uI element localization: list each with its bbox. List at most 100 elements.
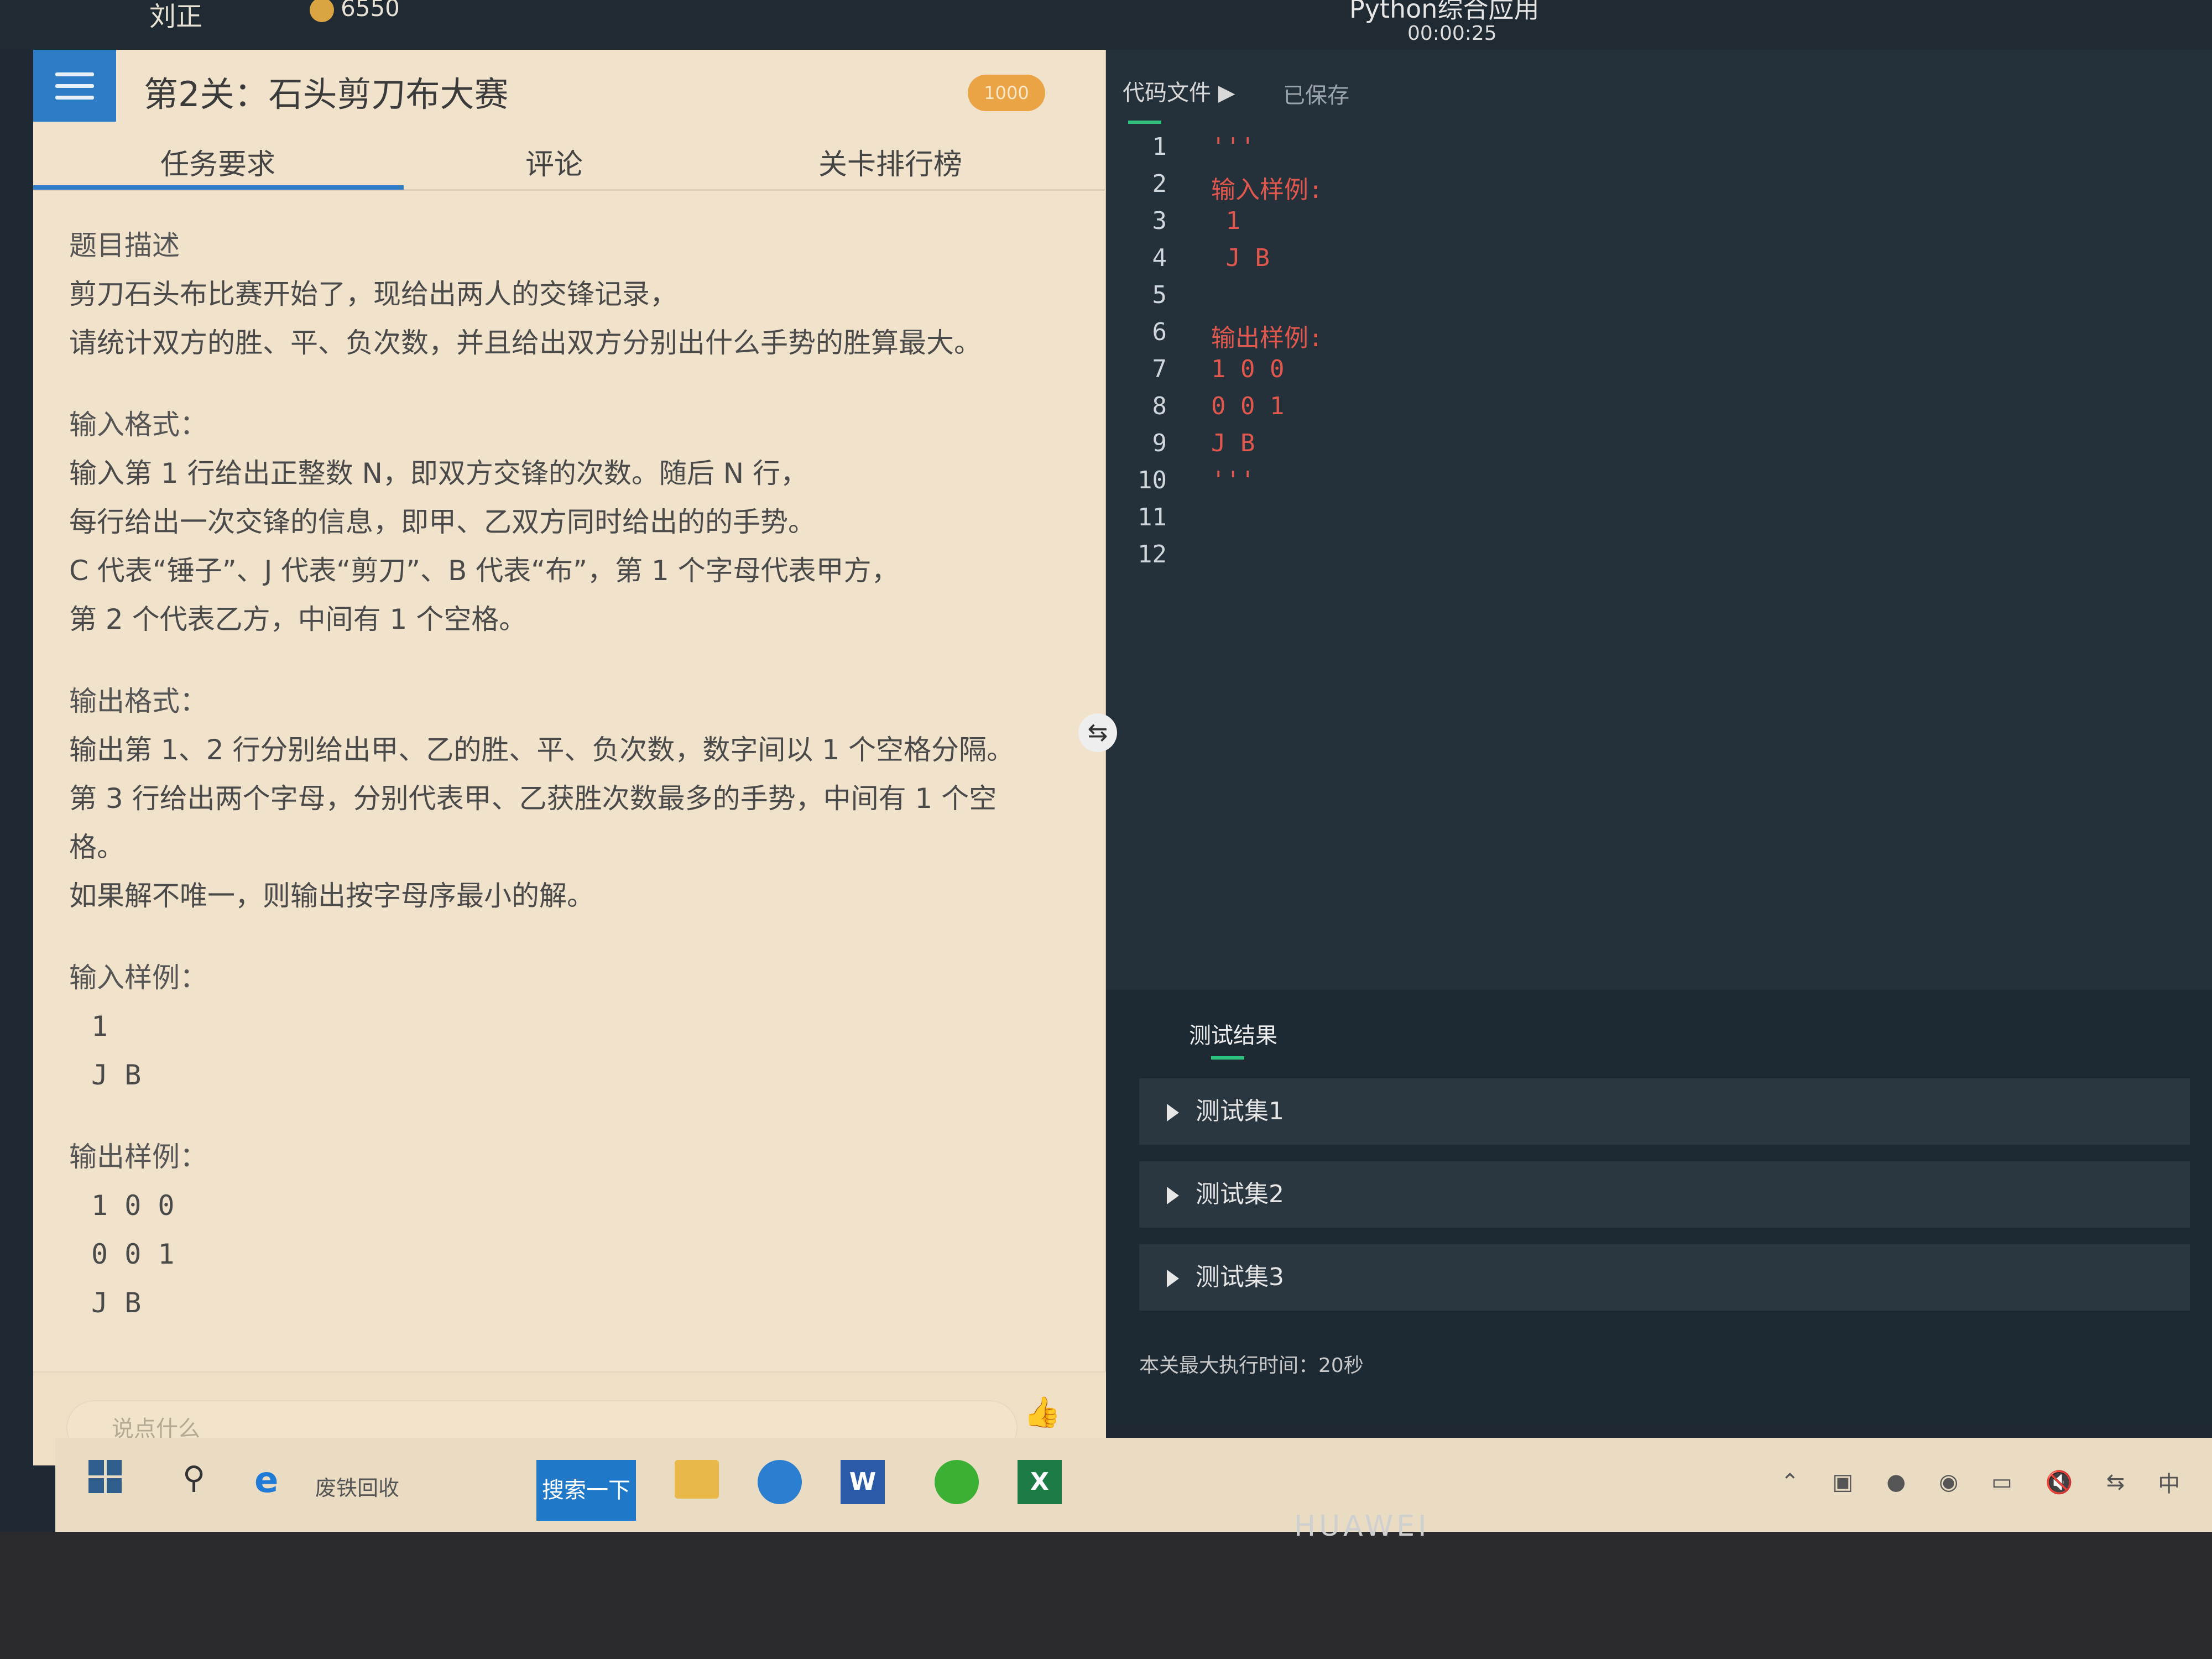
user-name: 刘正 (149, 1, 203, 32)
line-number: 7 (1152, 355, 1167, 383)
output-sample-title: 输出样例： (69, 1141, 207, 1173)
input-format-title: 输入格式： (69, 409, 207, 441)
code-line[interactable]: 4 J B (1128, 244, 1323, 281)
top-bar: 刘正 6550 Python综合应用 00:00:25 (0, 0, 2212, 50)
file-explorer-icon[interactable] (675, 1460, 719, 1499)
task-tabs: 任务要求 评论 关卡排行榜 (33, 130, 1106, 191)
output-sample-line: 0 0 1 (91, 1238, 175, 1270)
line-number: 11 (1138, 503, 1167, 531)
desc-title: 题目描述 (69, 229, 180, 262)
tray-app-icon[interactable]: ◉ (1939, 1469, 1958, 1495)
code-editor: 代码文件 ▶ 已保存 1 ''' 2 输入样例: 3 14 J B 5 6 输出样例: 7 1 0… (1106, 50, 2212, 990)
line-code: J B (1211, 429, 1255, 457)
test-set-1[interactable]: 测试集1 (1139, 1078, 2190, 1145)
ime-indicator[interactable]: 中 (2158, 1466, 2180, 1498)
timer: 00:00:25 (1407, 22, 1497, 45)
output-format-line: 输出第 1、2 行分别给出甲、乙的胜、平、负次数，数字间以 1 个空格分隔。 (69, 734, 1015, 766)
code-line[interactable]: 3 1 (1128, 207, 1323, 244)
test-set-3[interactable]: 测试集3 (1139, 1244, 2190, 1311)
excel-icon[interactable]: X (1018, 1460, 1062, 1504)
laptop-bezel (0, 1532, 2212, 1659)
search-icon[interactable]: ⚲ (182, 1460, 205, 1496)
chevron-up-icon[interactable]: ⌃ (1781, 1469, 1799, 1495)
search-button[interactable]: 搜索一下 (536, 1460, 636, 1521)
line-number: 2 (1152, 170, 1167, 198)
line-code: 1 (1211, 207, 1240, 235)
coin-value: 6550 (341, 0, 400, 22)
qq-icon[interactable]: ● (1886, 1469, 1906, 1495)
panel-resize-handle[interactable]: ⇆ (1078, 713, 1117, 752)
network-icon[interactable]: ⇆ (2106, 1469, 2125, 1495)
code-line[interactable]: 9 J B (1128, 429, 1323, 466)
coin-counter: 6550 (310, 0, 400, 22)
tab-comments[interactable]: 评论 (525, 141, 583, 182)
save-status: 已保存 (1283, 83, 1349, 108)
code-line[interactable]: 5 (1128, 281, 1323, 318)
code-file-label: 代码文件 (1123, 80, 1211, 106)
browser-icon[interactable] (758, 1460, 802, 1504)
desc-line: 请统计双方的胜、平、负次数，并且给出双方分别出什么手势的胜算最大。 (69, 327, 982, 359)
coin-icon (310, 0, 334, 22)
line-code: 输出样例: (1211, 324, 1323, 352)
task-description: 题目描述 剪刀石头布比赛开始了，现给出两人的交锋记录， 请统计双方的胜、平、负次… (69, 221, 1087, 1327)
code-line[interactable]: 12 (1128, 540, 1323, 577)
line-code: 输入样例: (1211, 176, 1323, 204)
line-code: ''' (1211, 466, 1255, 494)
output-format-title: 输出格式： (69, 685, 207, 717)
ie-browser-icon[interactable]: e (254, 1460, 278, 1501)
code-line[interactable]: 10 ''' (1128, 466, 1323, 503)
code-line[interactable]: 2 输入样例: (1128, 170, 1323, 207)
tray-app-icon[interactable]: ▣ (1833, 1469, 1854, 1495)
code-line[interactable]: 6 输出样例: (1128, 318, 1323, 355)
line-code: ''' (1211, 133, 1255, 161)
menu-icon (55, 72, 94, 76)
expand-triangle-icon (1167, 1187, 1179, 1204)
word-icon[interactable]: W (841, 1460, 885, 1504)
line-code: J B (1211, 244, 1270, 272)
output-format-line: 格。 (69, 831, 124, 863)
menu-button[interactable] (33, 50, 116, 122)
code-line[interactable]: 7 1 0 0 (1128, 355, 1323, 392)
code-line[interactable]: 11 (1128, 503, 1323, 540)
code-line[interactable]: 8 0 0 1 (1128, 392, 1323, 429)
code-line[interactable]: 1 ''' (1128, 133, 1323, 170)
battery-icon[interactable]: ▭ (1991, 1469, 2012, 1495)
line-number: 4 (1152, 244, 1167, 272)
line-number: 3 (1152, 207, 1167, 235)
file-tab-indicator (1128, 121, 1161, 124)
browser-search-text[interactable]: 废铁回收 (315, 1471, 399, 1501)
input-sample-line: 1 (91, 1010, 108, 1042)
volume-muted-icon[interactable]: 🔇 (2046, 1469, 2073, 1495)
output-format-line: 第 3 行给出两个字母，分别代表甲、乙获胜次数最多的手势，中间有 1 个空 (69, 782, 997, 815)
level-title: 第2关：石头剪刀布大赛 (144, 74, 509, 114)
desc-line: 剪刀石头布比赛开始了，现给出两人的交锋记录， (69, 278, 677, 310)
code-area[interactable]: 1 ''' 2 输入样例: 3 14 J B 5 6 输出样例: 7 1 0 080 0 19J … (1128, 133, 1323, 577)
line-number: 12 (1138, 540, 1167, 568)
task-panel: 第2关：石头剪刀布大赛 1000 任务要求 评论 关卡排行榜 题目描述 剪刀石头… (33, 50, 1106, 1465)
tab-test-results[interactable]: 测试结果 (1189, 1018, 1277, 1050)
input-sample-title: 输入样例： (69, 962, 207, 994)
screen: 刘正 6550 Python综合应用 00:00:25 第2关：石头剪刀布大赛 … (0, 0, 2212, 1659)
test-set-2[interactable]: 测试集2 (1139, 1161, 2190, 1228)
active-tab-indicator (33, 185, 404, 190)
test-results-panel: 测试结果 测试集1 测试集2 测试集3 本关最大执行时间：20秒 (1106, 990, 2212, 1421)
thumbs-up-icon[interactable]: 👍 (1023, 1395, 1062, 1433)
output-sample-line: J B (91, 1287, 142, 1319)
line-number: 8 (1152, 392, 1167, 420)
tab-task-requirements[interactable]: 任务要求 (160, 141, 275, 182)
line-code: 1 0 0 (1211, 355, 1285, 383)
results-tab-indicator (1211, 1056, 1244, 1060)
code-file-tab[interactable]: 代码文件 ▶ (1123, 75, 1235, 107)
windows-start-icon[interactable] (88, 1460, 122, 1493)
line-code: 0 0 1 (1211, 392, 1285, 420)
tab-leaderboard[interactable]: 关卡排行榜 (818, 141, 962, 182)
line-number: 1 (1152, 133, 1167, 161)
input-format-line: 输入第 1 行给出正整数 N，即双方交锋的次数。随后 N 行， (69, 457, 808, 489)
wechat-icon[interactable] (935, 1460, 979, 1504)
expand-triangle-icon (1167, 1104, 1179, 1121)
input-format-line: 每行给出一次交锋的信息，即甲、乙双方同时给出的的手势。 (69, 506, 816, 538)
line-number: 10 (1138, 466, 1167, 494)
